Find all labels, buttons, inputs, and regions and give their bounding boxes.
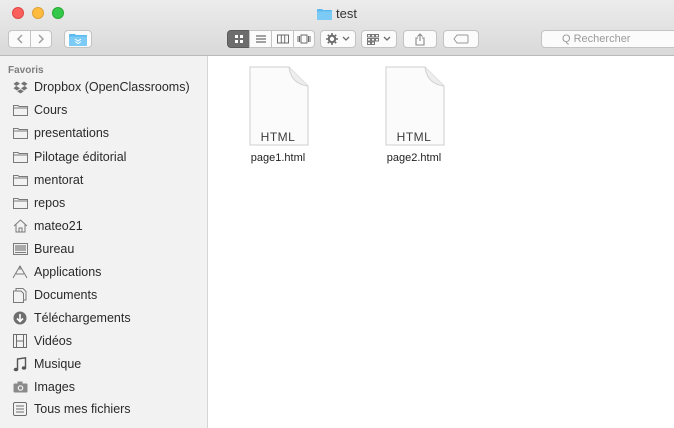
folder-icon <box>12 125 28 141</box>
coverflow-view-button[interactable] <box>293 30 315 48</box>
arrange-grid-icon <box>367 33 379 45</box>
sidebar-item-label: Musique <box>34 357 82 371</box>
folder-icon <box>12 149 28 165</box>
list-view-button[interactable] <box>249 30 271 48</box>
share-icon <box>415 32 425 46</box>
sidebar-item-label: Applications <box>34 265 102 279</box>
file-type-label: HTML <box>396 130 432 144</box>
sidebar-item-label: Dropbox (OpenClassrooms) <box>34 80 190 94</box>
folder-icon <box>317 8 333 23</box>
grid-icon <box>234 35 243 43</box>
sidebar-item-label: Téléchargements <box>34 311 131 325</box>
sidebar-item-dropbox[interactable]: Dropbox (OpenClassrooms) <box>12 76 206 98</box>
sidebar-section-favorites: Favoris <box>8 65 44 76</box>
arrange-menu-button[interactable] <box>361 30 397 48</box>
film-icon <box>12 333 28 349</box>
dropbox-folder-icon <box>69 33 87 46</box>
sidebar-item-presentations[interactable]: presentations <box>12 122 206 144</box>
share-button[interactable] <box>403 30 437 48</box>
sidebar-item-label: Tous mes fichiers <box>34 402 131 416</box>
icon-view-button[interactable] <box>227 30 249 48</box>
sidebar-item-musique[interactable]: Musique <box>12 353 206 375</box>
chevron-right-icon <box>38 34 44 44</box>
sidebar-item-repos[interactable]: repos <box>12 192 206 214</box>
file-name: page1.html <box>250 152 306 164</box>
file-item[interactable]: HTML page1.html <box>228 66 328 164</box>
nav-buttons <box>8 30 52 48</box>
list-icon <box>255 35 266 43</box>
action-menu-button[interactable] <box>320 30 356 48</box>
sidebar-item-label: repos <box>34 196 66 210</box>
search-input[interactable]: Q Rechercher <box>541 30 674 48</box>
html-file-icon: HTML <box>247 66 309 146</box>
sidebar-item-videos[interactable]: Vidéos <box>12 330 206 352</box>
sidebar-item-label: presentations <box>34 126 110 140</box>
file-name: page2.html <box>386 152 442 164</box>
search-placeholder: Q Rechercher <box>562 33 631 45</box>
dropbox-icon <box>12 79 28 95</box>
sidebar-item-pilotage[interactable]: Pilotage éditorial <box>12 146 206 168</box>
finder-window: test Q Rechercher Favoris Dropbox (OpenC… <box>0 0 674 428</box>
tags-button[interactable] <box>443 30 479 48</box>
forward-button[interactable] <box>30 30 52 48</box>
sidebar: Favoris Dropbox (OpenClassrooms) Cours p… <box>0 56 208 428</box>
folder-icon <box>12 172 28 188</box>
coverflow-icon <box>297 34 311 44</box>
applications-icon <box>12 264 28 280</box>
window-title: test <box>0 6 674 23</box>
sidebar-item-mateo21[interactable]: mateo21 <box>12 215 206 237</box>
back-button[interactable] <box>8 30 30 48</box>
sidebar-item-cours[interactable]: Cours <box>12 99 206 121</box>
folder-icon <box>12 195 28 211</box>
folder-icon <box>12 102 28 118</box>
sidebar-item-label: Vidéos <box>34 334 72 348</box>
sidebar-item-mentorat[interactable]: mentorat <box>12 169 206 191</box>
sidebar-item-label: mentorat <box>34 173 84 187</box>
home-icon <box>12 218 28 234</box>
chevron-left-icon <box>16 34 22 44</box>
chevron-down-icon <box>383 36 391 41</box>
camera-icon <box>12 379 28 395</box>
html-file-icon: HTML <box>383 66 445 146</box>
sidebar-item-label: mateo21 <box>34 219 83 233</box>
documents-icon <box>12 287 28 303</box>
all-files-icon <box>12 401 28 417</box>
window-title-text: test <box>336 6 357 21</box>
file-browser: HTML page1.html HTML page2.html <box>208 56 674 428</box>
sidebar-item-applications[interactable]: Applications <box>12 261 206 283</box>
music-icon <box>12 356 28 372</box>
view-mode-switcher <box>227 30 315 48</box>
sidebar-item-telechargements[interactable]: Téléchargements <box>12 307 206 329</box>
sidebar-item-documents[interactable]: Documents <box>12 284 206 306</box>
toolbar: test Q Rechercher <box>0 0 674 56</box>
chevron-down-icon <box>342 36 350 41</box>
file-type-label: HTML <box>260 130 296 144</box>
sidebar-item-label: Cours <box>34 103 68 117</box>
column-view-button[interactable] <box>271 30 293 48</box>
file-item[interactable]: HTML page2.html <box>364 66 464 164</box>
sidebar-item-label: Bureau <box>34 242 75 256</box>
sidebar-item-bureau[interactable]: Bureau <box>12 238 206 260</box>
dropbox-folder-button[interactable] <box>64 30 92 48</box>
sidebar-item-label: Documents <box>34 288 98 302</box>
tag-icon <box>453 34 469 44</box>
sidebar-item-label: Images <box>34 380 75 394</box>
downloads-icon <box>12 310 28 326</box>
sidebar-item-label: Pilotage éditorial <box>34 150 127 164</box>
sidebar-item-tous-mes-fichiers[interactable]: Tous mes fichiers <box>12 398 206 420</box>
gear-icon <box>326 33 338 45</box>
sidebar-item-images[interactable]: Images <box>12 376 206 398</box>
columns-icon <box>276 34 289 44</box>
desktop-icon <box>12 241 28 257</box>
